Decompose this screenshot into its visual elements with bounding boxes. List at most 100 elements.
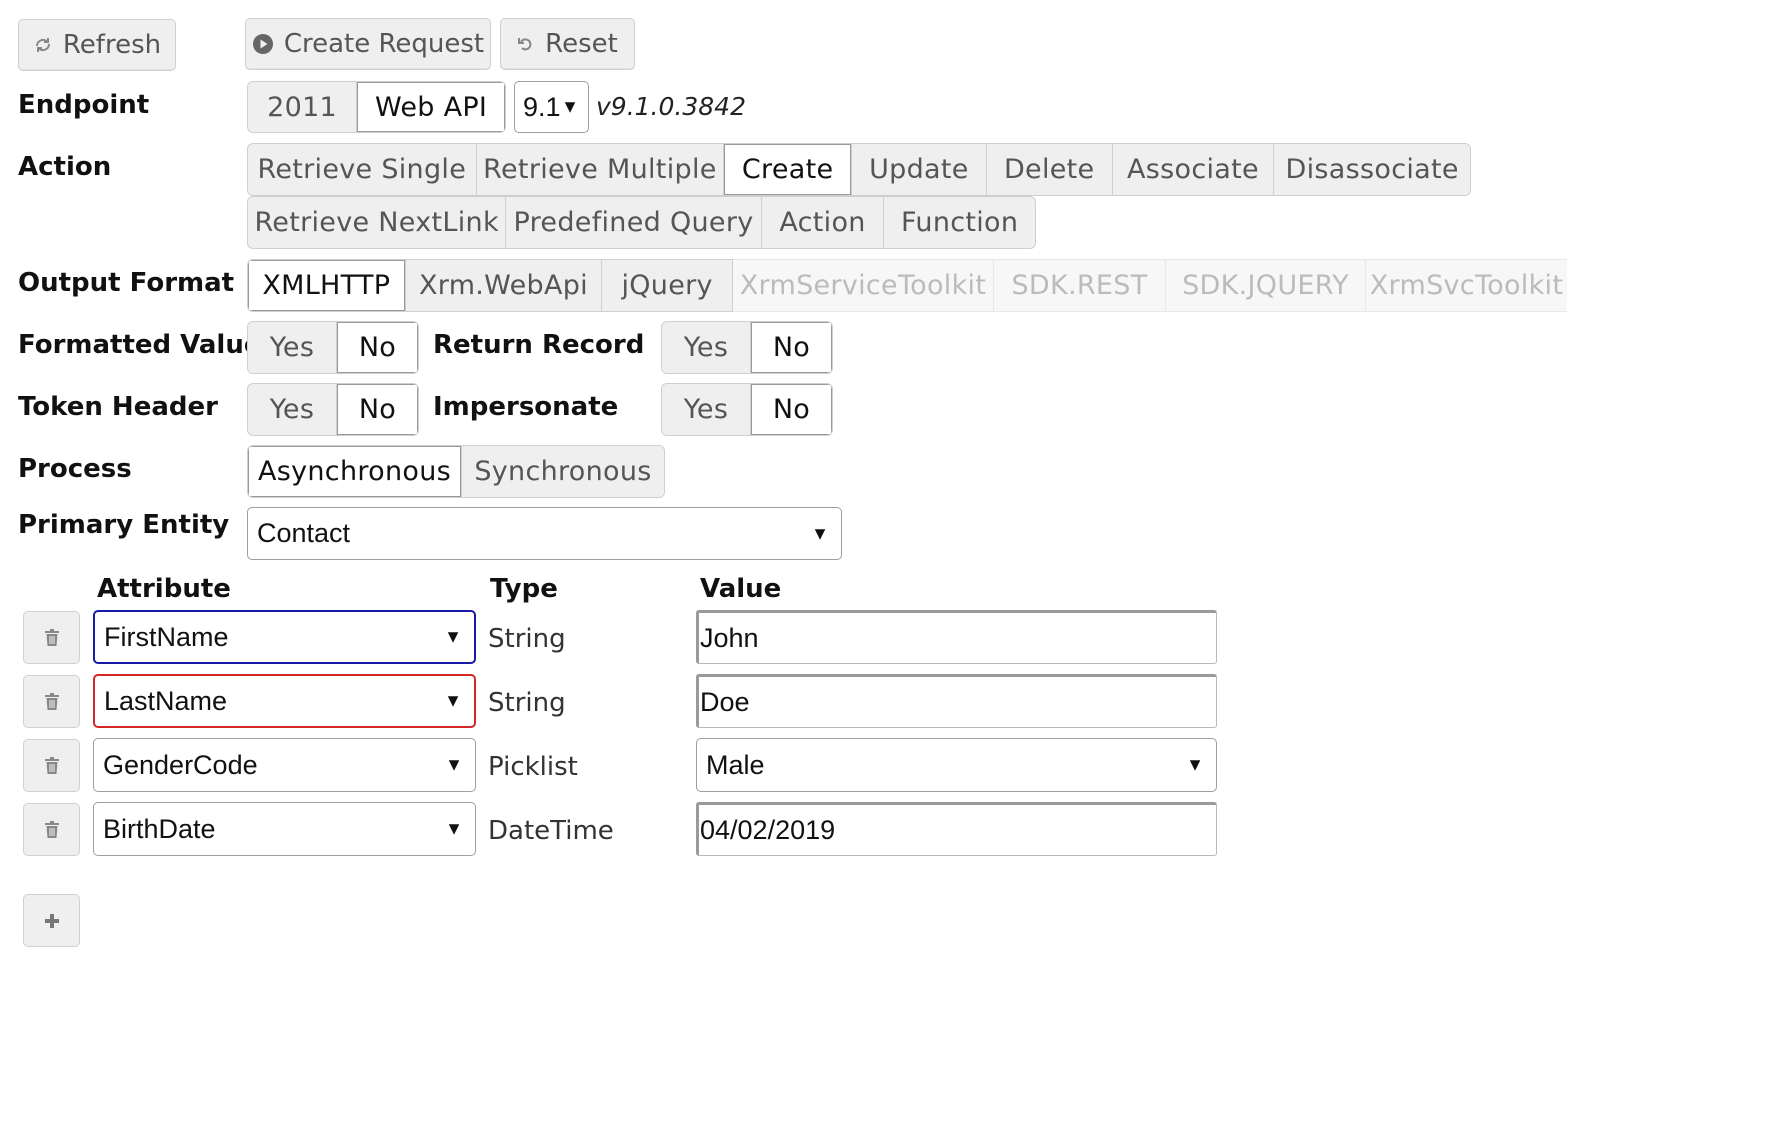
process-synchronous[interactable]: Synchronous [461, 446, 664, 497]
attribute-select-value: FirstName [104, 621, 229, 652]
impersonate-toggle: Yes No [661, 383, 833, 436]
attribute-select-value: BirthDate [103, 813, 216, 844]
chevron-down-icon: ▼ [445, 754, 463, 775]
attribute-type: String [488, 624, 566, 654]
impersonate-yes[interactable]: Yes [662, 384, 751, 435]
action-action[interactable]: Action [761, 197, 885, 248]
action-predefined-query[interactable]: Predefined Query [506, 197, 762, 248]
version-select-value: 9.1 [523, 91, 561, 122]
formatted-values-toggle: Yes No [247, 321, 419, 374]
token-header-yes[interactable]: Yes [248, 384, 337, 435]
action-row-2: Retrieve NextLink Predefined Query Actio… [247, 196, 1036, 249]
output-format-toggle: XMLHTTP Xrm.WebApi jQuery [247, 259, 733, 312]
trash-icon [44, 692, 59, 710]
endpoint-option-2011[interactable]: 2011 [248, 82, 358, 132]
token-header-toggle: Yes No [247, 383, 419, 436]
create-request-button[interactable]: Create Request [245, 18, 491, 70]
endpoint-label: Endpoint [18, 90, 150, 120]
output-format-xrmsvctoolkit: XrmSvcToolkit [1366, 260, 1567, 311]
formatted-values-no[interactable]: No [336, 322, 418, 373]
delete-row-button[interactable] [23, 675, 80, 728]
action-function[interactable]: Function [884, 197, 1035, 248]
value-picklist-select[interactable]: Male ▼ [696, 738, 1217, 792]
delete-row-button[interactable] [23, 803, 80, 856]
version-select[interactable]: 9.1 ▼ [514, 81, 589, 133]
version-text: v9.1.0.3842 [596, 92, 746, 121]
trash-icon [44, 756, 59, 774]
chevron-down-icon: ▼ [444, 690, 462, 711]
refresh-button-label: Refresh [62, 30, 162, 60]
impersonate-label: Impersonate [433, 392, 619, 422]
action-delete[interactable]: Delete [986, 144, 1113, 195]
attribute-select-value: LastName [104, 685, 228, 716]
attribute-select[interactable]: LastName ▼ [93, 674, 476, 728]
output-format-xmlhttp[interactable]: XMLHTTP [248, 260, 406, 311]
type-column-header: Type [490, 574, 558, 604]
play-circle-icon [252, 33, 274, 55]
process-toggle: Asynchronous Synchronous [247, 445, 665, 498]
return-record-yes[interactable]: Yes [662, 322, 751, 373]
attribute-column-header: Attribute [97, 574, 231, 604]
value-input-text: John [700, 622, 759, 653]
action-disassociate[interactable]: Disassociate [1274, 144, 1470, 195]
chevron-down-icon: ▼ [811, 523, 829, 543]
primary-entity-value: Contact [257, 518, 351, 548]
return-record-no[interactable]: No [750, 322, 832, 373]
endpoint-option-web-api[interactable]: Web API [357, 82, 505, 132]
chevron-down-icon: ▼ [561, 96, 579, 117]
output-format-label: Output Format [18, 268, 235, 298]
primary-entity-label: Primary Entity [18, 510, 230, 540]
create-request-button-label: Create Request [283, 29, 485, 59]
value-input[interactable]: Doe [696, 674, 1217, 728]
action-row-1: Retrieve Single Retrieve Multiple Create… [247, 143, 1471, 196]
add-row-button[interactable] [23, 894, 80, 947]
attribute-select[interactable]: BirthDate ▼ [93, 802, 476, 856]
output-format-xrm-webapi[interactable]: Xrm.WebApi [405, 260, 603, 311]
attribute-type: DateTime [488, 816, 614, 846]
attribute-type: Picklist [488, 752, 578, 782]
attribute-type: String [488, 688, 566, 718]
trash-icon [44, 628, 59, 646]
formatted-values-yes[interactable]: Yes [248, 322, 337, 373]
delete-row-button[interactable] [23, 739, 80, 792]
attribute-select[interactable]: FirstName ▼ [93, 610, 476, 664]
action-retrieve-single[interactable]: Retrieve Single [248, 144, 477, 195]
attribute-select[interactable]: GenderCode ▼ [93, 738, 476, 792]
delete-row-button[interactable] [23, 611, 80, 664]
value-date-text: 04/02/2019 [700, 814, 836, 845]
process-label: Process [18, 454, 132, 484]
chevron-down-icon: ▼ [1186, 754, 1204, 775]
endpoint-toggle: 2011 Web API [247, 81, 506, 133]
action-create[interactable]: Create [724, 144, 853, 195]
return-record-label: Return Record [433, 330, 645, 360]
chevron-down-icon: ▼ [444, 626, 462, 647]
reset-button-label: Reset [545, 29, 618, 59]
process-asynchronous[interactable]: Asynchronous [248, 446, 462, 497]
output-format-disabled-options: XrmServiceToolkit SDK.REST SDK.JQUERY Xr… [733, 259, 1567, 312]
action-update[interactable]: Update [852, 144, 987, 195]
action-retrieve-multiple[interactable]: Retrieve Multiple [476, 144, 725, 195]
token-header-label: Token Header [18, 392, 218, 422]
token-header-no[interactable]: No [336, 384, 418, 435]
formatted-values-label: Formatted Values [18, 330, 277, 360]
refresh-button[interactable]: Refresh [18, 19, 176, 71]
action-associate[interactable]: Associate [1112, 144, 1275, 195]
output-format-sdk-rest: SDK.REST [994, 260, 1166, 311]
attribute-select-value: GenderCode [103, 749, 258, 780]
value-input[interactable]: John [696, 610, 1217, 664]
output-format-xrmservicetoolkit: XrmServiceToolkit [733, 260, 994, 311]
undo-icon [517, 35, 535, 53]
value-date-input[interactable]: 04/02/2019 [696, 802, 1217, 856]
primary-entity-select[interactable]: Contact ▼ [247, 507, 842, 560]
impersonate-no[interactable]: No [750, 384, 832, 435]
action-retrieve-nextlink[interactable]: Retrieve NextLink [248, 197, 507, 248]
value-input-text: Doe [700, 686, 750, 717]
refresh-icon [33, 35, 53, 55]
output-format-sdk-jquery: SDK.JQUERY [1166, 260, 1366, 311]
return-record-toggle: Yes No [661, 321, 833, 374]
value-picklist-value: Male [706, 749, 765, 780]
value-column-header: Value [700, 574, 782, 604]
plus-icon [44, 913, 59, 928]
reset-button[interactable]: Reset [500, 18, 635, 70]
output-format-jquery[interactable]: jQuery [602, 260, 733, 311]
